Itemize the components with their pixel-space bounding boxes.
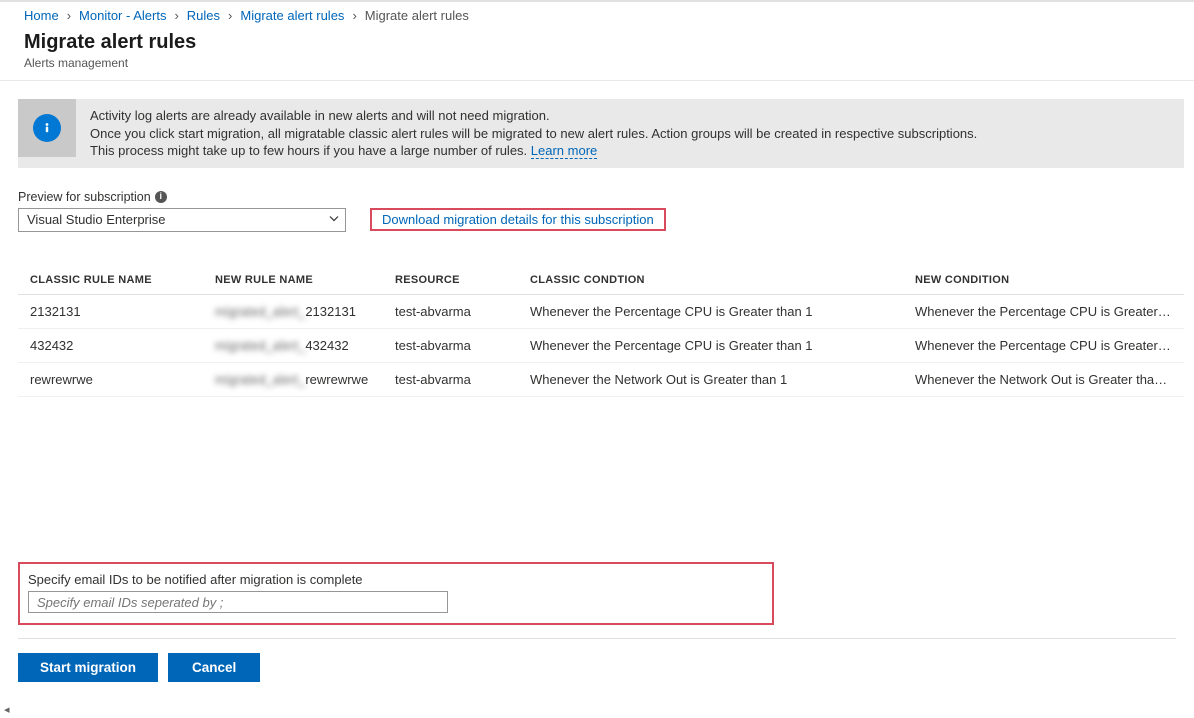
chevron-right-icon: › <box>67 8 71 23</box>
blurred-prefix: migrated_alert_ <box>215 372 305 387</box>
table-row[interactable]: rewrewrwe migrated_alert_rewrewrwe test-… <box>18 362 1184 396</box>
cell-resource: test-abvarma <box>383 362 518 396</box>
col-header-classic-rule-name[interactable]: CLASSIC RULE NAME <box>18 266 203 295</box>
col-header-resource[interactable]: RESOURCE <box>383 266 518 295</box>
col-header-classic-condition[interactable]: CLASSIC CONDTION <box>518 266 903 295</box>
cell-resource: test-abvarma <box>383 294 518 328</box>
email-input[interactable] <box>28 591 448 613</box>
table-header-row: CLASSIC RULE NAME NEW RULE NAME RESOURCE… <box>18 266 1184 295</box>
page-subtitle: Alerts management <box>24 56 1170 70</box>
cell-new-suffix: 432432 <box>305 338 348 353</box>
cell-new-suffix: rewrewrwe <box>305 372 368 387</box>
subscription-select[interactable] <box>18 208 346 232</box>
page-title: Migrate alert rules <box>24 31 1170 54</box>
cell-new-suffix: 2132131 <box>305 304 356 319</box>
table-row[interactable]: 432432 migrated_alert_432432 test-abvarm… <box>18 328 1184 362</box>
scroll-left-arrow-icon[interactable]: ◂ <box>4 703 10 716</box>
breadcrumb-home[interactable]: Home <box>24 8 59 23</box>
learn-more-link[interactable]: Learn more <box>531 143 597 159</box>
cell-classic-condition: Whenever the Network Out is Greater than… <box>518 362 903 396</box>
cancel-button[interactable]: Cancel <box>168 653 260 682</box>
info-banner: Activity log alerts are already availabl… <box>18 99 1184 168</box>
footer-actions: Start migration Cancel <box>18 638 1176 682</box>
cell-new-condition: Whenever the Percentage CPU is Greater t… <box>903 294 1184 328</box>
start-migration-button[interactable]: Start migration <box>18 653 158 682</box>
info-tooltip-icon[interactable]: i <box>155 191 167 203</box>
cell-classic-condition: Whenever the Percentage CPU is Greater t… <box>518 328 903 362</box>
email-notification-section: Specify email IDs to be notified after m… <box>18 562 774 625</box>
blurred-prefix: migrated_alert_ <box>215 304 305 319</box>
info-line-3: This process might take up to few hours … <box>90 143 531 158</box>
blurred-prefix: migrated_alert_ <box>215 338 305 353</box>
col-header-new-condition[interactable]: NEW CONDITION <box>903 266 1184 295</box>
breadcrumb-current: Migrate alert rules <box>365 8 469 23</box>
download-migration-details-link[interactable]: Download migration details for this subs… <box>370 208 666 231</box>
info-line-2: Once you click start migration, all migr… <box>90 126 977 141</box>
cell-new-name: migrated_alert_rewrewrwe <box>203 362 383 396</box>
table-row[interactable]: 2132131 migrated_alert_2132131 test-abva… <box>18 294 1184 328</box>
rules-table: CLASSIC RULE NAME NEW RULE NAME RESOURCE… <box>18 266 1184 397</box>
cell-classic-name: rewrewrwe <box>18 362 203 396</box>
cell-classic-name: 432432 <box>18 328 203 362</box>
chevron-right-icon: › <box>228 8 232 23</box>
subscription-section: Preview for subscription i Download migr… <box>18 190 1184 232</box>
subscription-label: Preview for subscription i <box>18 190 1184 204</box>
cell-new-condition: Whenever the Network Out is Greater than… <box>903 362 1184 396</box>
email-label: Specify email IDs to be notified after m… <box>28 572 764 587</box>
cell-classic-condition: Whenever the Percentage CPU is Greater t… <box>518 294 903 328</box>
col-header-new-rule-name[interactable]: NEW RULE NAME <box>203 266 383 295</box>
cell-new-condition: Whenever the Percentage CPU is Greater t… <box>903 328 1184 362</box>
info-line-1: Activity log alerts are already availabl… <box>90 108 550 123</box>
subscription-label-text: Preview for subscription <box>18 190 151 204</box>
info-banner-text: Activity log alerts are already availabl… <box>76 99 991 168</box>
chevron-right-icon: › <box>174 8 178 23</box>
cell-new-name: migrated_alert_2132131 <box>203 294 383 328</box>
info-icon <box>33 114 61 142</box>
cell-classic-name: 2132131 <box>18 294 203 328</box>
cell-new-name: migrated_alert_432432 <box>203 328 383 362</box>
cell-resource: test-abvarma <box>383 328 518 362</box>
breadcrumb-rules[interactable]: Rules <box>187 8 220 23</box>
breadcrumb-monitor-alerts[interactable]: Monitor - Alerts <box>79 8 166 23</box>
breadcrumb-migrate-alert-rules[interactable]: Migrate alert rules <box>240 8 344 23</box>
info-icon-container <box>18 99 76 157</box>
breadcrumb: Home › Monitor - Alerts › Rules › Migrat… <box>0 2 1194 27</box>
page-header: Migrate alert rules Alerts management <box>0 27 1194 81</box>
chevron-right-icon: › <box>352 8 356 23</box>
subscription-select-input[interactable] <box>18 208 346 232</box>
